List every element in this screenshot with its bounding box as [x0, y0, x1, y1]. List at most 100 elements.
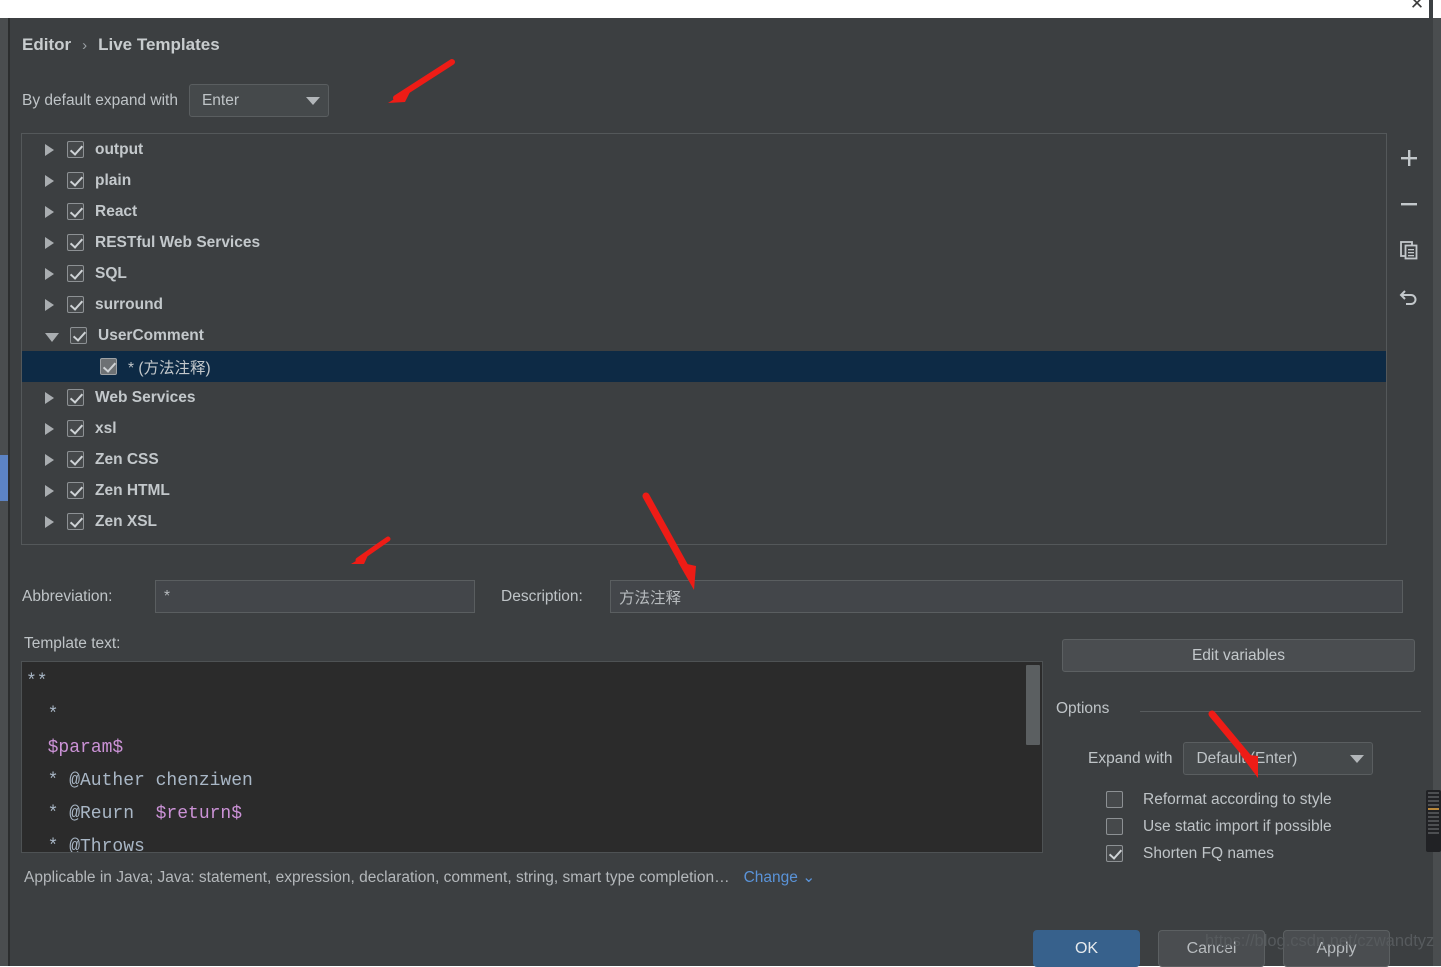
expand-with-label: Expand with [1088, 749, 1173, 767]
abbreviation-input[interactable]: * [155, 580, 475, 613]
option-checkbox-row[interactable]: Use static import if possible [1106, 813, 1332, 840]
options-group-divider [1140, 711, 1421, 712]
template-variable: $param$ [47, 738, 124, 758]
template-text-label: Template text: [24, 635, 121, 652]
chevron-right-icon[interactable] [45, 267, 54, 280]
chevron-right-icon[interactable] [45, 298, 54, 311]
description-input[interactable]: 方法注释 [610, 580, 1403, 613]
tree-row-checkbox[interactable] [67, 234, 84, 251]
abbreviation-description-row: Abbreviation: * Description: 方法注释 [22, 580, 1403, 613]
tree-row[interactable]: surround [22, 289, 1386, 320]
chevron-right-icon[interactable] [45, 174, 54, 187]
chevron-right-icon[interactable] [45, 236, 54, 249]
chevron-down-icon [305, 96, 320, 105]
tree-row[interactable]: Zen HTML [22, 475, 1386, 506]
cancel-button[interactable]: Cancel [1158, 930, 1265, 967]
options-checkbox-list: Reformat according to style Use static im… [1106, 786, 1332, 867]
duplicate-template-button[interactable] [1392, 233, 1426, 267]
editor-minimap [1426, 790, 1441, 852]
templates-tree[interactable]: output plain React RESTful Web Services SQL s… [22, 134, 1386, 544]
option-checkbox-label: Reformat according to style [1143, 790, 1332, 808]
ok-button[interactable]: OK [1033, 930, 1140, 967]
tree-row-checkbox[interactable] [67, 420, 84, 437]
tree-row-label: plain [95, 171, 132, 189]
edit-variables-button[interactable]: Edit variables [1062, 639, 1415, 672]
tree-row-checkbox[interactable] [67, 141, 84, 158]
option-checkbox-label: Shorten FQ names [1143, 844, 1274, 862]
tree-row-label: UserComment [98, 326, 204, 344]
applicable-context-row: Applicable in Java; Java: statement, exp… [24, 868, 815, 887]
breadcrumb-root[interactable]: Editor [22, 35, 71, 55]
tree-row-label: xsl [95, 419, 117, 437]
tree-row[interactable]: * (方法注释) [22, 351, 1386, 382]
tree-row-checkbox[interactable] [100, 358, 117, 375]
tree-row-checkbox[interactable] [70, 327, 87, 344]
tree-row-label: Zen HTML [95, 481, 170, 499]
tree-row-checkbox[interactable] [67, 482, 84, 499]
tree-row[interactable]: UserComment [22, 320, 1386, 351]
tree-row[interactable]: Zen XSL [22, 506, 1386, 537]
template-text-editor[interactable]: ** * $param$ * @Auther chenziwen * @Reur… [21, 661, 1043, 853]
breadcrumb-separator-icon: › [82, 36, 88, 54]
chevron-right-icon[interactable] [45, 515, 54, 528]
apply-button[interactable]: Apply [1283, 930, 1390, 967]
tree-row[interactable]: plain [22, 165, 1386, 196]
template-editor-scrollbar-thumb[interactable] [1026, 665, 1040, 745]
close-icon[interactable]: ✕ [1405, 0, 1429, 14]
chevron-right-icon[interactable] [45, 453, 54, 466]
default-expand-dropdown[interactable]: Enter [188, 84, 329, 117]
chevron-down-icon[interactable] [45, 332, 59, 342]
tree-row-label: SQL [95, 264, 127, 282]
tree-row-checkbox[interactable] [67, 451, 84, 468]
template-text-line: * @Throws [26, 837, 145, 853]
tree-row-checkbox[interactable] [67, 513, 84, 530]
dialog-button-bar: OK Cancel Apply [1033, 930, 1390, 967]
option-checkbox[interactable] [1106, 818, 1123, 835]
chevron-down-icon: ⌄ [802, 869, 816, 886]
option-checkbox[interactable] [1106, 791, 1123, 808]
template-text-line: * @Auther chenziwen [26, 771, 253, 791]
option-checkbox-row[interactable]: Reformat according to style [1106, 786, 1332, 813]
option-checkbox[interactable] [1106, 845, 1123, 862]
chevron-down-icon [1350, 754, 1365, 763]
tree-row[interactable]: SQL [22, 258, 1386, 289]
tree-row-label: surround [95, 295, 164, 313]
remove-template-button[interactable] [1392, 187, 1426, 221]
tree-row-checkbox[interactable] [67, 265, 84, 282]
options-group-label: Options [1056, 700, 1118, 718]
abbreviation-label: Abbreviation: [22, 587, 113, 605]
default-expand-value: Enter [201, 91, 240, 109]
chevron-right-icon[interactable] [45, 422, 54, 435]
option-checkbox-label: Use static import if possible [1143, 817, 1332, 835]
tree-row-checkbox[interactable] [67, 172, 84, 189]
template-text-line: * @Reurn $return$ [26, 804, 243, 824]
chevron-right-icon[interactable] [45, 391, 54, 404]
tree-row[interactable]: output [22, 134, 1386, 165]
tree-row[interactable]: xsl [22, 413, 1386, 444]
template-variable: $return$ [155, 804, 243, 824]
chevron-right-icon[interactable] [45, 143, 54, 156]
option-checkbox-row[interactable]: Shorten FQ names [1106, 840, 1332, 867]
tree-row[interactable]: Web Services [22, 382, 1386, 413]
tree-row-label: * (方法注释) [128, 359, 211, 377]
chevron-right-icon[interactable] [45, 484, 54, 497]
change-context-link[interactable]: Change ⌄ [744, 868, 816, 887]
tree-row-checkbox[interactable] [67, 203, 84, 220]
chevron-right-icon[interactable] [45, 205, 54, 218]
tree-row-label: output [95, 140, 144, 158]
templates-tree-panel: output plain React RESTful Web Services SQL s… [21, 133, 1430, 545]
left-divider [8, 18, 10, 966]
add-template-button[interactable] [1392, 141, 1426, 175]
tree-row[interactable]: Zen CSS [22, 444, 1386, 475]
tree-row-checkbox[interactable] [67, 296, 84, 313]
expand-with-dropdown[interactable]: Default (Enter) [1183, 742, 1374, 775]
template-text-line: ** [26, 672, 48, 692]
window-edge [1429, 0, 1433, 18]
tree-row[interactable]: RESTful Web Services [22, 227, 1386, 258]
revert-changes-button[interactable] [1392, 279, 1426, 313]
template-text-line: $param$ [26, 732, 1042, 765]
tree-row-checkbox[interactable] [67, 389, 84, 406]
tree-row[interactable]: React [22, 196, 1386, 227]
tree-row-label: Zen XSL [95, 512, 158, 530]
template-text-line: * [26, 705, 59, 725]
